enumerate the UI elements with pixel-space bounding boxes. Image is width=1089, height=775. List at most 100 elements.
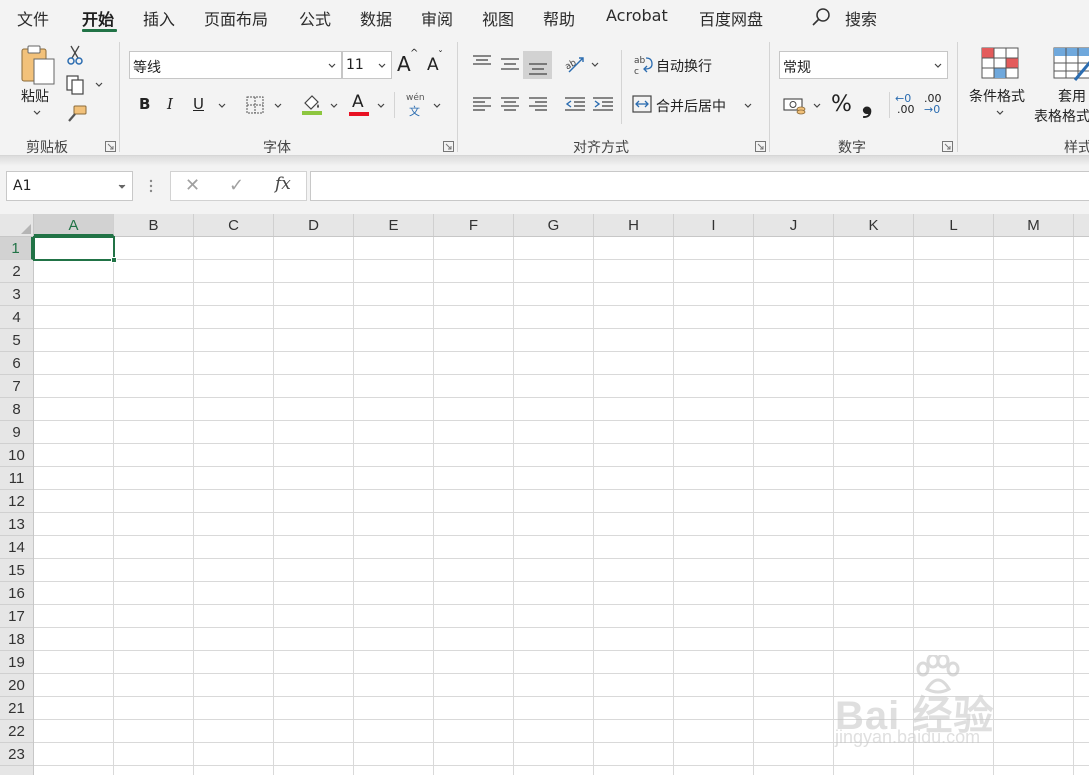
formula-bar-splitter-icon[interactable]	[148, 178, 154, 194]
column-header-i[interactable]: I	[674, 214, 754, 236]
row-header-23[interactable]: 23	[0, 743, 33, 766]
phonetic-dropdown-icon[interactable]	[433, 103, 441, 109]
conditional-formatting-button[interactable]: 条件格式	[969, 86, 1025, 106]
format-as-table-line2[interactable]: 表格格式	[1034, 106, 1089, 126]
align-right-icon[interactable]	[528, 96, 548, 112]
tab-formulas[interactable]: 公式	[299, 6, 331, 30]
name-box-dropdown-icon[interactable]	[118, 184, 126, 190]
format-as-table-icon[interactable]	[1053, 47, 1089, 81]
row-header-13[interactable]: 13	[0, 513, 33, 536]
orientation-dropdown-icon[interactable]	[591, 62, 599, 68]
increase-decimal-bottom[interactable]: .00	[897, 103, 915, 116]
row-header-20[interactable]: 20	[0, 674, 33, 697]
decrease-decimal-bottom[interactable]: →0	[924, 103, 940, 116]
select-all-button[interactable]	[0, 214, 34, 237]
conditional-formatting-icon[interactable]	[981, 47, 1019, 79]
number-launcher-icon[interactable]	[942, 141, 953, 152]
row-header-12[interactable]: 12	[0, 490, 33, 513]
format-painter-icon[interactable]	[66, 104, 88, 124]
active-cell-a1[interactable]	[33, 236, 115, 261]
align-center-icon[interactable]	[500, 96, 520, 112]
row-header-14[interactable]: 14	[0, 536, 33, 559]
phonetic-guide-bottom[interactable]: 文	[409, 103, 420, 119]
alignment-launcher-icon[interactable]	[755, 141, 766, 152]
paste-icon[interactable]	[20, 44, 58, 86]
paste-button[interactable]: 粘贴	[21, 86, 49, 106]
tab-acrobat[interactable]: Acrobat	[606, 6, 668, 25]
italic-button[interactable]: I	[167, 95, 173, 113]
row-header-22[interactable]: 22	[0, 720, 33, 743]
column-header-c[interactable]: C	[194, 214, 274, 236]
accounting-format-icon[interactable]	[783, 96, 807, 116]
insert-function-icon[interactable]: fx	[275, 174, 291, 194]
accounting-dropdown-icon[interactable]	[813, 103, 821, 109]
grow-font-button[interactable]: A	[397, 52, 411, 76]
underline-dropdown-icon[interactable]	[218, 103, 226, 109]
row-header-10[interactable]: 10	[0, 444, 33, 467]
row-header-18[interactable]: 18	[0, 628, 33, 651]
underline-button[interactable]: U	[193, 95, 204, 113]
tab-home[interactable]: 开始	[82, 6, 114, 30]
tab-file[interactable]: 文件	[17, 6, 49, 30]
tab-baidu-netdisk[interactable]: 百度网盘	[699, 6, 763, 30]
shrink-font-button[interactable]: A	[427, 55, 439, 75]
column-header-a[interactable]: A	[34, 214, 114, 236]
tab-data[interactable]: 数据	[360, 6, 392, 30]
column-header-d[interactable]: D	[274, 214, 354, 236]
name-box[interactable]: A1	[6, 171, 133, 201]
formula-input[interactable]	[310, 171, 1089, 201]
row-header-4[interactable]: 4	[0, 306, 33, 329]
fill-color-icon[interactable]	[300, 92, 324, 116]
borders-icon[interactable]	[245, 95, 265, 115]
copy-dropdown-icon[interactable]	[95, 82, 103, 88]
font-name-dropdown[interactable]: 等线	[129, 51, 342, 79]
percent-style-button[interactable]: %	[831, 92, 852, 117]
tab-view[interactable]: 视图	[482, 6, 514, 30]
comma-style-button[interactable]: ❟	[862, 89, 872, 120]
font-color-dropdown-icon[interactable]	[377, 103, 385, 109]
font-launcher-icon[interactable]	[443, 141, 454, 152]
tab-review[interactable]: 审阅	[421, 6, 453, 30]
cancel-entry-icon[interactable]: ✕	[185, 175, 200, 196]
fill-color-dropdown-icon[interactable]	[330, 103, 338, 109]
row-header-15[interactable]: 15	[0, 559, 33, 582]
wrap-text-button[interactable]: 自动换行	[656, 56, 712, 76]
row-header-19[interactable]: 19	[0, 651, 33, 674]
paste-dropdown-icon[interactable]	[33, 110, 41, 116]
align-left-icon[interactable]	[472, 96, 492, 112]
font-size-dropdown[interactable]: 11	[342, 51, 392, 79]
row-header-2[interactable]: 2	[0, 260, 33, 283]
row-header-21[interactable]: 21	[0, 697, 33, 720]
align-middle-icon[interactable]	[500, 56, 520, 72]
column-header-g[interactable]: G	[514, 214, 594, 236]
orientation-icon[interactable]: ab	[563, 52, 587, 76]
row-header-16[interactable]: 16	[0, 582, 33, 605]
column-header-f[interactable]: F	[434, 214, 514, 236]
column-header-b[interactable]: B	[114, 214, 194, 236]
column-header-e[interactable]: E	[354, 214, 434, 236]
column-header-j[interactable]: J	[754, 214, 834, 236]
number-format-dropdown[interactable]: 常规	[779, 51, 948, 79]
align-top-icon[interactable]	[472, 54, 492, 70]
cut-icon[interactable]	[66, 44, 84, 66]
row-header-8[interactable]: 8	[0, 398, 33, 421]
row-header-17[interactable]: 17	[0, 605, 33, 628]
copy-icon[interactable]	[65, 74, 87, 96]
borders-dropdown-icon[interactable]	[274, 103, 282, 109]
tab-page-layout[interactable]: 页面布局	[204, 6, 268, 30]
column-header-l[interactable]: L	[914, 214, 994, 236]
decrease-indent-icon[interactable]	[564, 96, 586, 112]
font-color-button[interactable]: A	[352, 92, 364, 112]
format-as-table-line1[interactable]: 套用	[1058, 86, 1086, 106]
row-header-7[interactable]: 7	[0, 375, 33, 398]
row-header-6[interactable]: 6	[0, 352, 33, 375]
tab-insert[interactable]: 插入	[143, 6, 175, 30]
tab-help[interactable]: 帮助	[543, 6, 575, 30]
row-header-11[interactable]: 11	[0, 467, 33, 490]
row-header-1[interactable]: 1	[0, 237, 33, 260]
row-header-3[interactable]: 3	[0, 283, 33, 306]
bold-button[interactable]: B	[139, 95, 150, 113]
fill-handle[interactable]	[111, 257, 117, 263]
column-header-k[interactable]: K	[834, 214, 914, 236]
phonetic-guide-top[interactable]: wén	[406, 93, 425, 103]
